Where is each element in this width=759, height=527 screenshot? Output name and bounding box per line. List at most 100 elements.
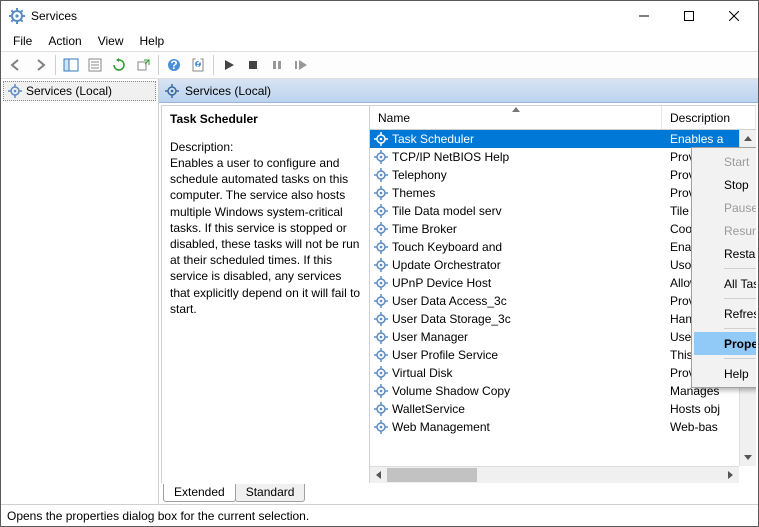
sort-indicator-icon bbox=[512, 107, 520, 112]
svg-text:?: ? bbox=[194, 58, 201, 70]
services-icon bbox=[8, 84, 22, 98]
menu-restart[interactable]: Restart bbox=[694, 242, 756, 265]
service-name: Telephony bbox=[392, 168, 447, 182]
help-button[interactable]: ? bbox=[163, 54, 185, 76]
svg-text:?: ? bbox=[170, 58, 177, 72]
context-menu: Start Stop Pause Resume Restart All Task… bbox=[691, 147, 756, 388]
description-text: Enables a user to configure and schedule… bbox=[170, 155, 361, 317]
tree-root-label: Services (Local) bbox=[26, 84, 112, 98]
service-icon bbox=[374, 348, 388, 362]
service-name: UPnP Device Host bbox=[392, 276, 491, 290]
scroll-left-icon[interactable] bbox=[370, 467, 387, 483]
service-icon bbox=[374, 276, 388, 290]
menu-refresh[interactable]: Refresh bbox=[694, 302, 756, 325]
scroll-up-icon[interactable] bbox=[740, 130, 756, 147]
menu-view[interactable]: View bbox=[90, 32, 132, 50]
menu-start[interactable]: Start bbox=[694, 150, 756, 173]
service-name: TCP/IP NetBIOS Help bbox=[392, 150, 509, 164]
description-label: Description: bbox=[170, 140, 361, 154]
details-pane: Services (Local) Task Scheduler Descript… bbox=[159, 79, 758, 504]
tab-standard[interactable]: Standard bbox=[235, 484, 306, 502]
horizontal-scrollbar[interactable] bbox=[370, 466, 739, 483]
service-icon bbox=[374, 258, 388, 272]
service-icon bbox=[374, 240, 388, 254]
minimize-button[interactable] bbox=[621, 2, 666, 31]
toolbar-separator bbox=[213, 55, 214, 75]
scroll-thumb[interactable] bbox=[387, 468, 477, 482]
toolbar-separator bbox=[55, 55, 56, 75]
tab-extended[interactable]: Extended bbox=[163, 484, 236, 502]
menu-resume[interactable]: Resume bbox=[694, 219, 756, 242]
service-icon bbox=[374, 366, 388, 380]
menu-help[interactable]: Help bbox=[132, 32, 173, 50]
help-topics-button[interactable]: ? bbox=[187, 54, 209, 76]
column-description[interactable]: Description bbox=[662, 106, 756, 129]
statusbar: Opens the properties dialog box for the … bbox=[1, 504, 758, 526]
service-icon bbox=[374, 402, 388, 416]
list-body[interactable]: Task SchedulerEnables a TCP/IP NetBIOS He… bbox=[370, 130, 756, 483]
service-icon bbox=[374, 312, 388, 326]
restart-service-button[interactable] bbox=[290, 54, 312, 76]
properties-button[interactable] bbox=[84, 54, 106, 76]
scroll-right-icon[interactable] bbox=[722, 467, 739, 483]
menu-all-tasks[interactable]: All Tasks bbox=[694, 272, 756, 295]
services-icon bbox=[165, 84, 179, 98]
services-window: Services File Action View Help ? ? bbox=[0, 0, 759, 527]
service-name: User Profile Service bbox=[392, 348, 498, 362]
pause-service-button[interactable] bbox=[266, 54, 288, 76]
service-icon bbox=[374, 150, 388, 164]
main-body: Services (Local) Services (Local) Task S… bbox=[1, 79, 758, 504]
service-row[interactable]: WalletServiceHosts obj bbox=[370, 400, 756, 418]
menu-separator bbox=[724, 268, 756, 269]
status-text: Opens the properties dialog box for the … bbox=[7, 509, 309, 523]
pane-title: Services (Local) bbox=[185, 84, 271, 98]
forward-button[interactable] bbox=[29, 54, 51, 76]
service-list: Name Description Task SchedulerEnables a… bbox=[370, 106, 756, 483]
service-name: User Data Storage_3c bbox=[392, 312, 511, 326]
window-title: Services bbox=[31, 9, 621, 23]
show-hide-tree-button[interactable] bbox=[60, 54, 82, 76]
service-icon bbox=[374, 222, 388, 236]
service-name: Update Orchestrator bbox=[392, 258, 501, 272]
start-service-button[interactable] bbox=[218, 54, 240, 76]
service-info-panel: Task Scheduler Description: Enables a us… bbox=[162, 106, 370, 483]
service-icon bbox=[374, 132, 388, 146]
menu-properties[interactable]: Properties bbox=[694, 332, 756, 355]
service-row[interactable]: Web ManagementWeb-bas bbox=[370, 418, 756, 436]
refresh-button[interactable] bbox=[108, 54, 130, 76]
app-icon bbox=[9, 8, 25, 24]
titlebar: Services bbox=[1, 1, 758, 31]
service-icon bbox=[374, 294, 388, 308]
service-icon bbox=[374, 186, 388, 200]
service-row[interactable]: Task SchedulerEnables a bbox=[370, 130, 756, 148]
back-button[interactable] bbox=[5, 54, 27, 76]
service-icon bbox=[374, 204, 388, 218]
pane-header: Services (Local) bbox=[159, 79, 758, 103]
menu-stop[interactable]: Stop bbox=[694, 173, 756, 196]
menu-separator bbox=[724, 328, 756, 329]
service-name: Time Broker bbox=[392, 222, 457, 236]
pane-body: Task Scheduler Description: Enables a us… bbox=[161, 105, 756, 483]
column-name[interactable]: Name bbox=[370, 106, 662, 129]
tree-root-item[interactable]: Services (Local) bbox=[3, 81, 156, 101]
stop-service-button[interactable] bbox=[242, 54, 264, 76]
toolbar-separator bbox=[158, 55, 159, 75]
service-name: Virtual Disk bbox=[392, 366, 452, 380]
service-icon bbox=[374, 384, 388, 398]
service-name: Themes bbox=[392, 186, 435, 200]
maximize-button[interactable] bbox=[666, 2, 711, 31]
service-name: Tile Data model serv bbox=[392, 204, 502, 218]
menu-file[interactable]: File bbox=[5, 32, 40, 50]
export-button[interactable] bbox=[132, 54, 154, 76]
menu-pause[interactable]: Pause bbox=[694, 196, 756, 219]
menu-help[interactable]: Help bbox=[694, 362, 756, 385]
service-name: Task Scheduler bbox=[392, 132, 474, 146]
close-button[interactable] bbox=[711, 2, 756, 31]
menubar: File Action View Help bbox=[1, 31, 758, 51]
service-name: User Data Access_3c bbox=[392, 294, 507, 308]
scroll-down-icon[interactable] bbox=[740, 449, 756, 466]
service-name: Web Management bbox=[392, 420, 490, 434]
service-name: WalletService bbox=[392, 402, 465, 416]
menu-separator bbox=[724, 358, 756, 359]
menu-action[interactable]: Action bbox=[40, 32, 89, 50]
